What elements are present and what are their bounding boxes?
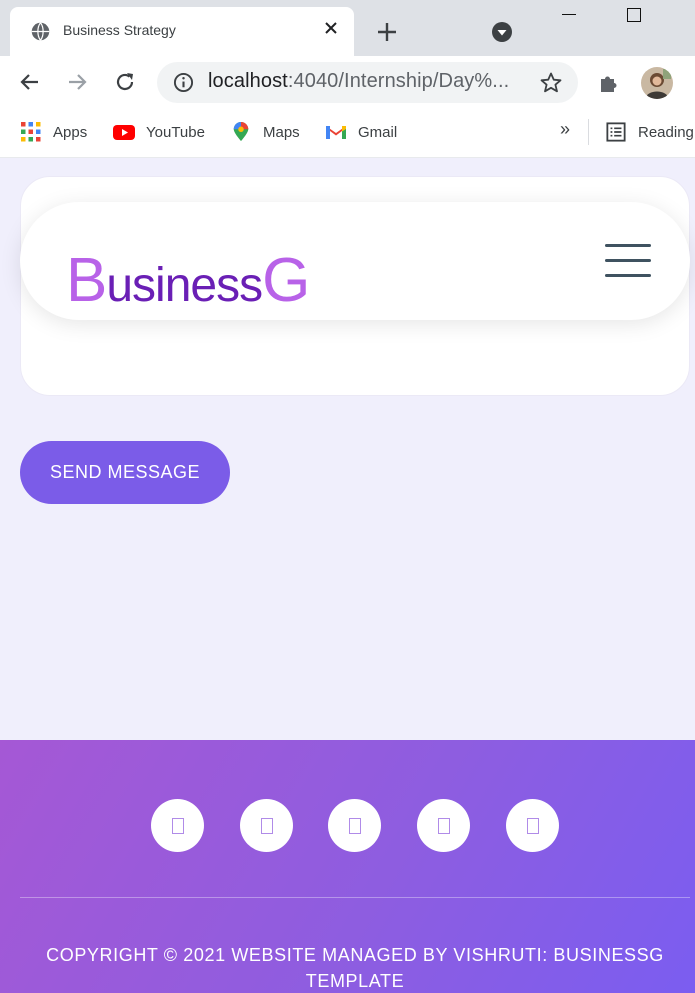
minimize-button[interactable]: [562, 14, 576, 15]
globe-icon: [31, 22, 50, 41]
apps-grid-icon: [21, 122, 41, 142]
bookmarks-bar: Apps YouTube Maps Gmail » Reading: [0, 108, 695, 158]
profile-photo-icon: [641, 67, 673, 99]
maps-pin-icon: [233, 122, 249, 142]
social-icon-1[interactable]: [151, 799, 204, 852]
logo-last-letter: G: [262, 246, 310, 315]
social-icon-2[interactable]: [240, 799, 293, 852]
reading-list-icon: [606, 122, 626, 142]
social-icon-5[interactable]: [506, 799, 559, 852]
close-icon[interactable]: [322, 19, 340, 37]
missing-glyph-icon: [260, 817, 273, 834]
site-footer: COPYRIGHT © 2021 WEBSITE MANAGED BY VISH…: [0, 740, 695, 993]
maximize-button[interactable]: [627, 8, 641, 22]
youtube-icon: [113, 125, 135, 140]
missing-glyph-icon: [526, 817, 539, 834]
reading-list-label: Reading: [638, 124, 694, 141]
reading-list-button[interactable]: Reading: [605, 121, 695, 143]
plus-icon[interactable]: [376, 21, 398, 43]
bookmark-label: Maps: [263, 124, 300, 141]
divider: [588, 119, 589, 145]
hamburger-menu-icon[interactable]: [605, 244, 651, 278]
url-text: localhost:4040/Internship/Day%...: [208, 70, 509, 93]
logo-first-letter: B: [66, 246, 107, 315]
url-path: :4040/Internship/Day%...: [287, 70, 510, 92]
missing-glyph-icon: [171, 817, 184, 834]
copyright-text: COPYRIGHT © 2021 WEBSITE MANAGED BY VISH…: [46, 945, 664, 991]
missing-glyph-icon: [348, 817, 361, 834]
bookmarks-overflow-button[interactable]: »: [560, 119, 570, 140]
browser-toolbar: localhost:4040/Internship/Day%...: [0, 56, 695, 108]
bookmark-gmail[interactable]: Gmail: [325, 121, 400, 143]
tab-strip: Business Strategy: [0, 0, 695, 57]
forward-arrow-icon[interactable]: [65, 70, 89, 94]
page-content: BusinessG SEND MESSAGE COPYRIGHT © 2021 …: [0, 158, 695, 993]
social-icon-4[interactable]: [417, 799, 470, 852]
social-icon-3[interactable]: [328, 799, 381, 852]
back-arrow-icon[interactable]: [18, 70, 42, 94]
footer-divider: [20, 897, 690, 898]
bookmark-label: Gmail: [358, 124, 398, 141]
missing-glyph-icon: [437, 817, 450, 834]
bookmark-youtube[interactable]: YouTube: [113, 121, 208, 143]
avatar[interactable]: [641, 67, 673, 99]
logo-middle: usiness: [106, 259, 263, 312]
bookmark-label: Apps: [53, 124, 88, 141]
gmail-icon: [326, 126, 346, 139]
browser-tab[interactable]: Business Strategy: [10, 7, 354, 57]
bookmark-maps[interactable]: Maps: [230, 121, 305, 143]
send-message-button[interactable]: SEND MESSAGE: [20, 441, 230, 504]
tab-search-icon[interactable]: [491, 21, 513, 43]
info-icon[interactable]: [173, 72, 194, 93]
site-navbar: BusinessG: [20, 202, 690, 320]
url-host: localhost: [208, 70, 288, 92]
reload-icon[interactable]: [113, 70, 137, 94]
star-icon[interactable]: [539, 71, 563, 95]
bookmark-apps[interactable]: Apps: [20, 121, 90, 143]
site-logo[interactable]: BusinessG: [66, 246, 310, 321]
puzzle-icon[interactable]: [597, 71, 621, 95]
bookmark-label: YouTube: [146, 124, 205, 141]
address-bar[interactable]: localhost:4040/Internship/Day%...: [157, 62, 578, 103]
tab-title: Business Strategy: [63, 22, 176, 38]
